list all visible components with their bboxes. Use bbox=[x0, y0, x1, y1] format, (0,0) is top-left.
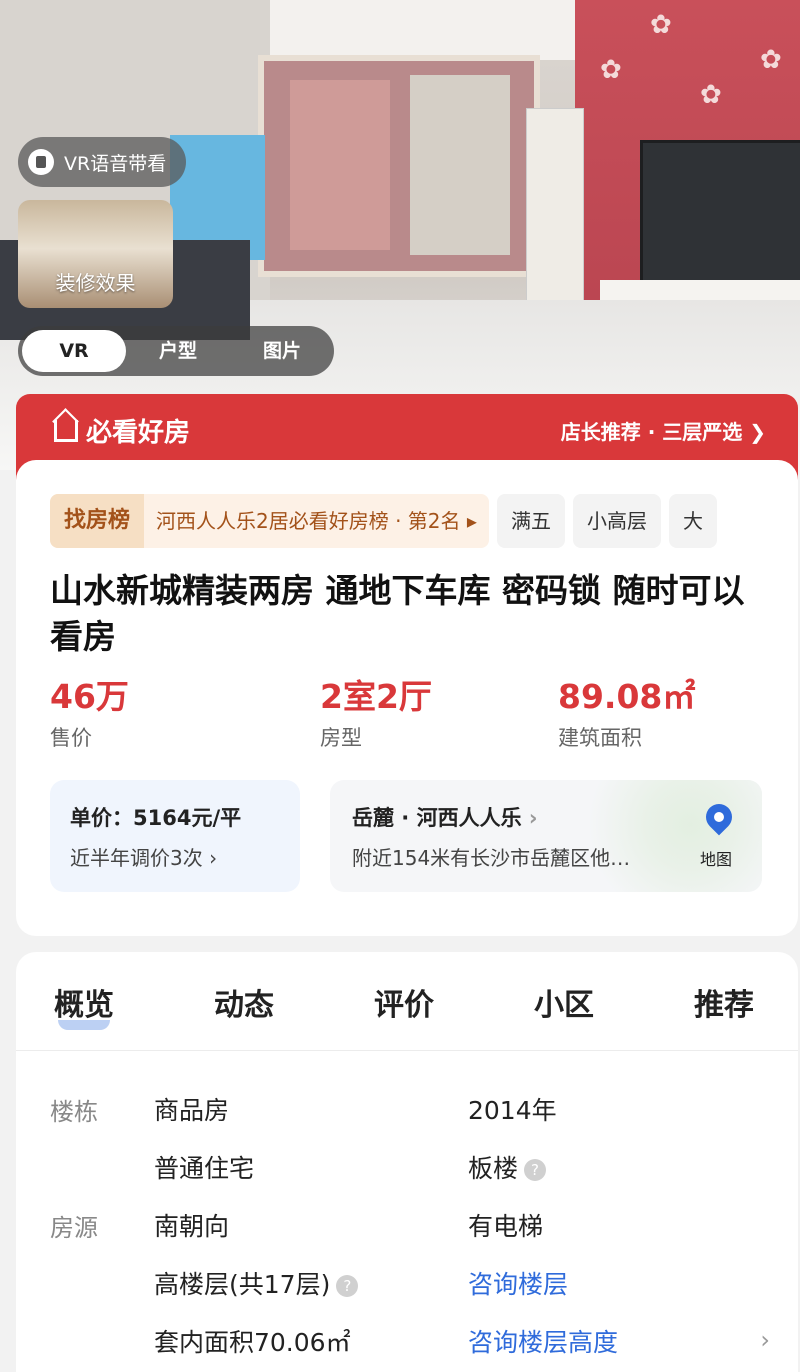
photo-air-conditioner bbox=[526, 108, 584, 302]
must-see-logo: 必看好房 bbox=[54, 412, 190, 449]
elevator: 有电梯 bbox=[468, 1212, 544, 1241]
tab-dynamics[interactable]: 动态 bbox=[214, 980, 274, 1024]
vr-chip-label: VR语音带看 bbox=[64, 152, 167, 175]
listing-title: 山水新城精装两房 通地下车库 密码锁 随时可以看房 bbox=[50, 571, 745, 656]
wall-flower-icon: ✿ bbox=[650, 10, 672, 40]
price-adjust: 近半年调价3次 › bbox=[70, 846, 218, 870]
vr-icon bbox=[28, 149, 54, 175]
wall-flower-icon: ✿ bbox=[700, 80, 722, 110]
stat-layout: 2室2厅 房型 bbox=[320, 670, 432, 752]
chevron-right-icon: › bbox=[209, 846, 218, 870]
nearby-text: 附近154米有长沙市岳麓区他… bbox=[352, 846, 631, 870]
map-label[interactable]: 地图 bbox=[700, 846, 732, 870]
tab-recommend[interactable]: 推荐 bbox=[694, 980, 754, 1024]
price-label: 售价 bbox=[50, 726, 92, 750]
key-stats: 46万 售价 2室2厅 房型 89.08㎡ 建筑面积 bbox=[50, 670, 790, 750]
listing-card: 找房榜 河西人人乐2居必看好房榜 · 第2名 ▸ 满五 小高层 大 山水新城精装… bbox=[16, 460, 798, 936]
tag-item: 小高层 bbox=[572, 494, 661, 548]
tag-row: 找房榜 河西人人乐2居必看好房榜 · 第2名 ▸ 满五 小高层 大 bbox=[50, 494, 717, 548]
renovation-preview[interactable]: 装修效果 bbox=[18, 200, 173, 308]
section-tabs: 概览 动态 评价 小区 推荐 bbox=[16, 952, 798, 1051]
rank-text: 河西人人乐2居必看好房榜 · 第2名 ▸ bbox=[156, 509, 477, 533]
overview-card: 概览 动态 评价 小区 推荐 楼栋 房源 商品房 2014年 普通住宅 板楼? … bbox=[16, 952, 798, 1372]
tag-item: 大 bbox=[668, 494, 717, 548]
vr-voice-tour-button[interactable]: VR语音带看 bbox=[18, 137, 186, 187]
structure: 板楼? bbox=[468, 1149, 547, 1185]
chevron-right-icon: ❯ bbox=[749, 420, 766, 444]
building-label: 楼栋 bbox=[50, 1098, 98, 1126]
inner-area: 套内面积70.06㎡ bbox=[154, 1328, 351, 1357]
source-label: 房源 bbox=[50, 1214, 98, 1242]
consult-floor-link[interactable]: 咨询楼层 bbox=[468, 1265, 568, 1301]
layout-label: 房型 bbox=[320, 726, 362, 750]
photo-curtain-left bbox=[290, 80, 390, 250]
photo-tv bbox=[640, 140, 800, 286]
renovation-label: 装修效果 bbox=[55, 271, 136, 295]
tab-photos[interactable]: 图片 bbox=[230, 330, 334, 372]
unit-price-box[interactable]: 单价：5164元/平 近半年调价3次 › bbox=[50, 780, 300, 892]
recommend-link[interactable]: 店长推荐 · 三层严选 ❯ bbox=[561, 416, 766, 445]
rank-tag[interactable]: 找房榜 河西人人乐2居必看好房榜 · 第2名 ▸ bbox=[50, 494, 489, 548]
layout-value: 2室2厅 bbox=[320, 677, 432, 716]
tab-community[interactable]: 小区 bbox=[534, 980, 594, 1024]
logo-text: 必看好房 bbox=[86, 418, 191, 448]
mini-map bbox=[582, 780, 762, 892]
chevron-right-icon[interactable]: › bbox=[760, 1326, 770, 1354]
building-type: 商品房 bbox=[154, 1096, 230, 1125]
help-icon[interactable]: ? bbox=[336, 1275, 359, 1297]
wall-flower-icon: ✿ bbox=[600, 55, 622, 85]
tag-item: 满五 bbox=[496, 494, 565, 548]
area-label: 建筑面积 bbox=[558, 726, 642, 750]
house-icon bbox=[54, 419, 78, 442]
tab-floorplan[interactable]: 户型 bbox=[126, 330, 230, 372]
usage: 普通住宅 bbox=[154, 1154, 255, 1183]
chevron-right-icon: › bbox=[528, 806, 538, 830]
unit-price: 单价：5164元/平 bbox=[70, 806, 242, 830]
help-icon[interactable]: ? bbox=[524, 1159, 547, 1181]
orientation: 南朝向 bbox=[154, 1212, 230, 1241]
build-year: 2014年 bbox=[468, 1096, 557, 1125]
stat-area: 89.08㎡ 建筑面积 bbox=[558, 670, 695, 752]
consult-height-link[interactable]: 咨询楼层高度 bbox=[468, 1323, 618, 1359]
tab-reviews[interactable]: 评价 bbox=[374, 980, 434, 1024]
area-value: 89.08㎡ bbox=[558, 677, 696, 716]
tab-vr[interactable]: VR bbox=[22, 330, 126, 372]
photo-curtain-right bbox=[410, 75, 510, 255]
location-name: 岳麓 · 河西人人乐 › bbox=[352, 806, 538, 830]
price-value: 46万 bbox=[50, 677, 129, 716]
wall-flower-icon: ✿ bbox=[760, 45, 782, 75]
tab-overview[interactable]: 概览 bbox=[54, 980, 114, 1030]
stat-price: 46万 售价 bbox=[50, 670, 129, 752]
media-tab-switcher: VR 户型 图片 bbox=[18, 326, 334, 376]
location-box[interactable]: 岳麓 · 河西人人乐 › 附近154米有长沙市岳麓区他… 地图 bbox=[330, 780, 762, 892]
rank-badge: 找房榜 bbox=[50, 494, 145, 548]
floor: 高楼层(共17层)? bbox=[154, 1265, 359, 1301]
recommend-text: 店长推荐 · 三层严选 bbox=[560, 420, 743, 444]
